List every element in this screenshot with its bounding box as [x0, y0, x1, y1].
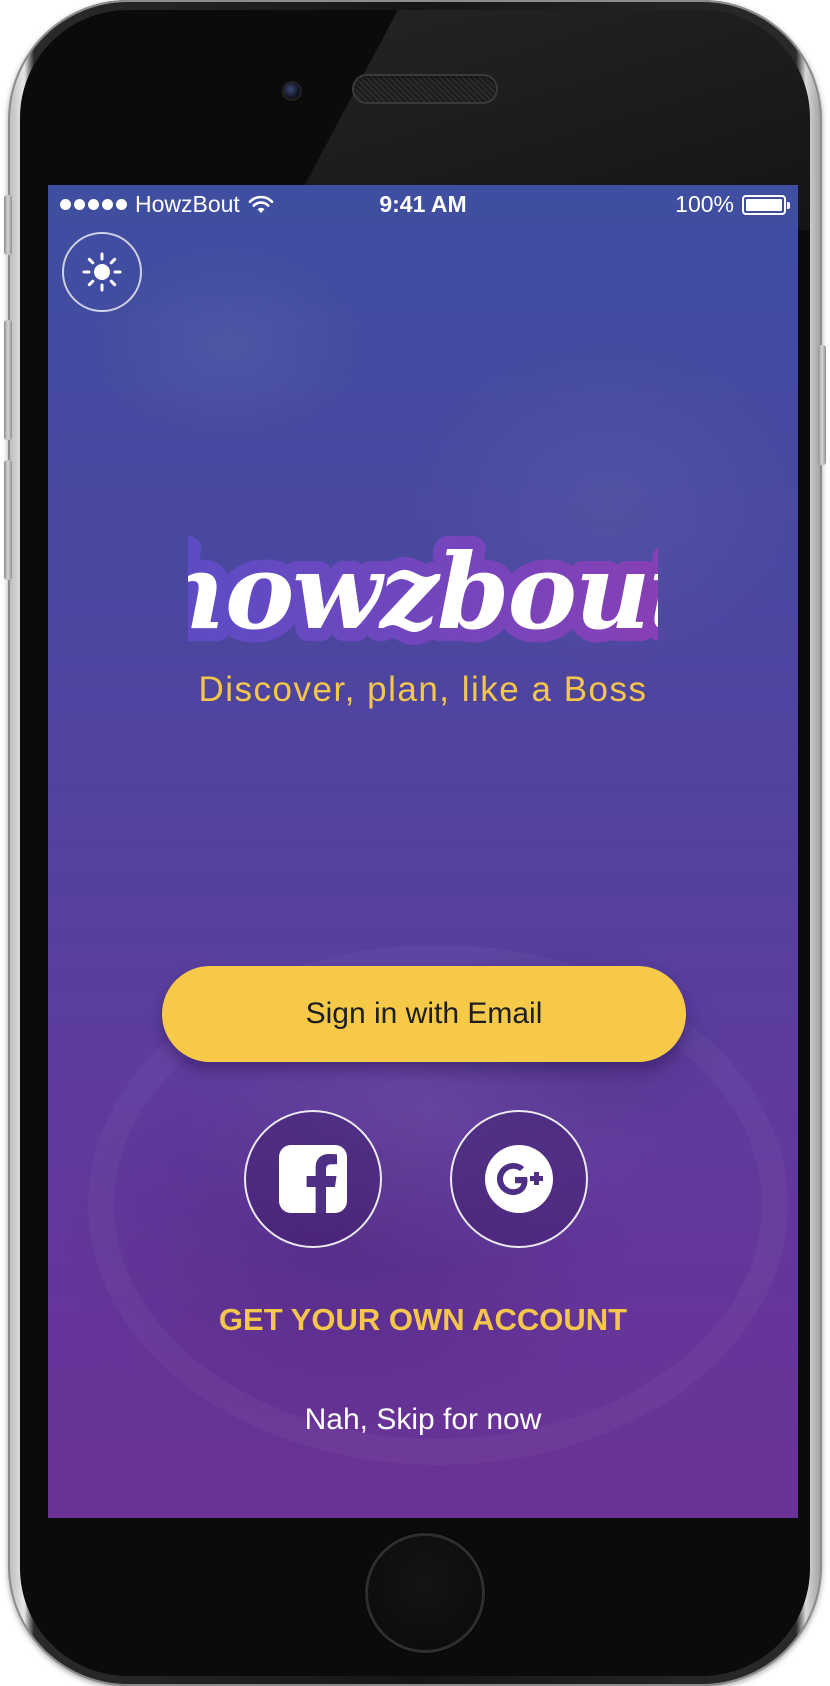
- home-button[interactable]: [365, 1533, 485, 1653]
- create-account-link[interactable]: GET YOUR OWN ACCOUNT: [48, 1302, 798, 1338]
- facebook-icon: [279, 1145, 347, 1213]
- brand-logo: howzbout howzbout: [48, 520, 798, 670]
- volume-down-button: [4, 460, 12, 580]
- tagline: Discover, plan, like a Boss: [198, 670, 648, 709]
- google-plus-sign-in-button[interactable]: [450, 1110, 588, 1248]
- status-right: 100%: [675, 191, 790, 218]
- power-button: [818, 345, 826, 465]
- sun-icon: [82, 252, 122, 292]
- phone-frame: HowzBout 9:41 AM 100% owzbou owzbou Disc…: [4, 0, 826, 1686]
- earpiece-speaker: [352, 74, 498, 104]
- volume-up-button: [4, 320, 12, 440]
- battery-percentage: 100%: [675, 191, 734, 217]
- status-bar: HowzBout 9:41 AM 100%: [48, 185, 798, 225]
- howzbout-wordmark: howzbout howzbout: [188, 520, 658, 666]
- app-screen: HowzBout 9:41 AM 100% owzbou owzbou Disc…: [48, 185, 798, 1518]
- facebook-sign-in-button[interactable]: [244, 1110, 382, 1248]
- theme-toggle-button[interactable]: [62, 232, 142, 312]
- mute-switch: [4, 195, 12, 255]
- google-plus-icon: [485, 1145, 553, 1213]
- svg-text:howzbout: howzbout: [188, 530, 658, 653]
- front-camera: [284, 83, 300, 99]
- sign-in-email-button[interactable]: Sign in with Email: [162, 966, 686, 1062]
- battery-icon: [742, 194, 790, 215]
- skip-link[interactable]: Nah, Skip for now: [48, 1403, 798, 1437]
